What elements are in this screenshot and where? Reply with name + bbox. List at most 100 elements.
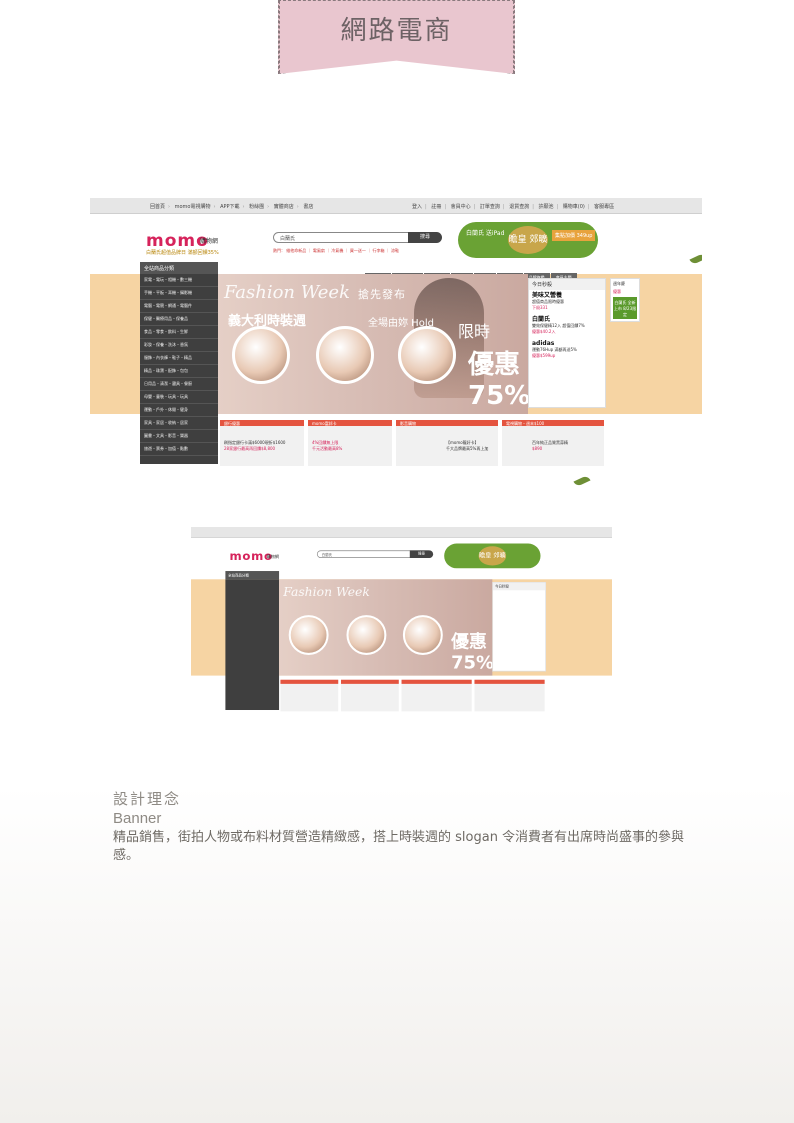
- flash-item-desc: 雙效保健精12入 超值回饋7%: [532, 323, 585, 328]
- topbar-link[interactable]: 退貨查詢: [509, 204, 529, 210]
- side-ad-line: 週年慶: [613, 281, 625, 286]
- heels-image: [316, 326, 374, 384]
- flash-item-desc: 超值商品限時優惠: [532, 299, 564, 304]
- search-button[interactable]: 搜尋: [409, 550, 434, 558]
- topbar-link[interactable]: 實體商店: [274, 204, 294, 210]
- promo-box[interactable]: [340, 679, 399, 712]
- promo-box[interactable]: 銀行優惠 刷指定銀行卡滿$6000現折$1600 28家銀行最高再回饋$8,800: [220, 420, 304, 466]
- promo-left: 白蘭氏 送iPad: [466, 230, 505, 237]
- category-menu: 家電・電玩・相機・數三機 手機・平板・耳機・攝影機 電腦・電競・網通・電腦件 保…: [140, 274, 218, 464]
- topbar-right: 登入 | 註冊 | 會員中心 | 訂單查詢 | 退貨查詢 | 許願池 | 購物車(0) | 客…: [412, 204, 615, 210]
- category-item[interactable]: 運動・戶外・休閒・健身: [140, 404, 218, 417]
- promo-box[interactable]: [474, 679, 545, 712]
- bracelet-image: [398, 326, 456, 384]
- promo-box-line: 【momo龍好卡】: [446, 440, 479, 445]
- topbar-link[interactable]: 回首頁: [150, 204, 165, 210]
- promo-center: 瞻皇 郊曠師: [478, 546, 507, 566]
- topbar-link[interactable]: 購物車(0): [563, 204, 585, 210]
- category-item[interactable]: 家電・電玩・相機・數三機: [140, 274, 218, 287]
- banner-script: Fashion Week: [283, 584, 370, 600]
- nav-tabs: 限時搶購momo書局超市美妝品牌日獨家館週末特賣品牌旗艦會員主題: [365, 264, 578, 283]
- perfume-image: [232, 326, 290, 384]
- screenshot-large-content: 回首頁 › momo電視購物 › APP下載 › 粉絲團 › 實體商店 › 書店 登入 | …: [90, 198, 702, 496]
- logo-subtitle: 白蘭氏超值品牌日 滿額回饋35%: [146, 250, 219, 256]
- side-ad[interactable]: 週年慶 優惠 白蘭氏 全新上市 8/23限定: [610, 278, 640, 322]
- category-item[interactable]: 手機・平板・耳機・攝影機: [140, 287, 218, 300]
- banner-t4: 限時: [458, 322, 491, 341]
- promo-box[interactable]: [401, 679, 472, 712]
- category-item[interactable]: 旅遊・票券・加值・點數: [140, 443, 218, 456]
- promo-box-line: $890: [532, 446, 543, 451]
- promo-box-line: 百年純正品質黑蒜精: [532, 440, 568, 445]
- promo-box-title: 電視購物・週末$100: [506, 421, 545, 426]
- topbar-link[interactable]: 訂單查詢: [480, 204, 500, 210]
- category-item[interactable]: 家具・家居・收納・居家: [140, 417, 218, 430]
- page-title: 網路電商: [340, 16, 453, 46]
- topbar-link[interactable]: 許願池: [538, 204, 553, 210]
- topbar-link[interactable]: 登入: [412, 204, 422, 210]
- flash-sale-title: 今日秒殺: [529, 279, 605, 290]
- promo-badge[interactable]: 白蘭氏 送iPad 瞻皇 郊曠師 集點加價 349up: [458, 222, 598, 258]
- flash-item-price: 下殺331: [532, 305, 548, 310]
- category-item[interactable]: 食品・零食・飲料・生鮮: [140, 326, 218, 339]
- topbar: [191, 527, 612, 539]
- concept-subheading: Banner: [113, 810, 162, 827]
- bracelet-image: [402, 615, 443, 655]
- flash-item-price: 優惠$599up: [532, 353, 556, 358]
- topbar-link[interactable]: 書店: [303, 204, 313, 210]
- hot-links[interactable]: 熱門： 維他命新品 ｜ 電風扇 ｜ 冷氣機 ｜ 買一送一 ｜ 行李箱 ｜ 涼鞋: [273, 248, 399, 254]
- promo-right: 集點加價 349up: [552, 230, 596, 241]
- category-item[interactable]: 日用品・清潔・寢具・餐廚: [140, 378, 218, 391]
- promo-box[interactable]: 電視購物・週末$100 百年純正品質黑蒜精 $890: [502, 420, 604, 466]
- screenshot-small-content: momo 購物網 白蘭氏 搜尋 瞻皇 郊曠師 全站商品分類 Fashion We…: [191, 527, 612, 732]
- flash-item-price: 優惠$40.2入: [532, 329, 556, 334]
- flash-item[interactable]: 白蘭氏 雙效保健精12入 超值回饋7% 優惠$40.2入: [529, 314, 605, 338]
- topbar-link[interactable]: 會員中心: [451, 204, 471, 210]
- category-item[interactable]: 母嬰・童裝・玩具・玩具: [140, 391, 218, 404]
- topbar-link[interactable]: 註冊: [431, 204, 441, 210]
- page-title-tab: 網路電商: [278, 0, 515, 74]
- topbar: 回首頁 › momo電視購物 › APP下載 › 粉絲團 › 實體商店 › 書店 登入 | …: [90, 198, 702, 214]
- leaf-decoration: [573, 474, 591, 488]
- topbar-left: 回首頁 › momo電視購物 › APP下載 › 粉絲團 › 實體商店 › 書店: [150, 204, 314, 210]
- search-button[interactable]: 搜尋: [408, 232, 442, 243]
- banner-script: Fashion Week: [224, 282, 350, 303]
- topbar-link[interactable]: 粉絲團: [249, 204, 264, 210]
- category-item[interactable]: 服飾・內衣褲・鞋子・精品: [140, 352, 218, 365]
- side-ad-green: 白蘭氏 全新上市 8/23限定: [613, 297, 637, 319]
- flash-sale-title: 今日秒殺: [493, 582, 546, 591]
- flash-sale-panel: 今日秒殺: [492, 582, 547, 672]
- side-ad-line: 優惠: [613, 289, 621, 294]
- banner-t5: 優惠 75%: [451, 631, 493, 674]
- banner-t1: 搶先發布: [358, 288, 406, 301]
- concept-heading: 設計理念: [113, 790, 182, 808]
- promo-box[interactable]: momo富邦卡 4%回饋無上限 千元活動最高8%: [308, 420, 392, 466]
- promo-box-title: 銀行優惠: [224, 421, 240, 426]
- banner-t5: 優惠 75%: [468, 350, 528, 411]
- category-item[interactable]: 圖書・文具・影音・樂器: [140, 430, 218, 443]
- flash-sale-panel: 今日秒殺 美味又營養 超值商品限時優惠 下殺331 白蘭氏 雙效保健精12入 超…: [528, 278, 606, 408]
- category-title[interactable]: 全站商品分類: [140, 262, 218, 274]
- logo-cn: 購物網: [266, 554, 280, 560]
- topbar-link[interactable]: 客服專區: [594, 204, 614, 210]
- promo-box-line: 刷指定銀行卡滿$6000現折$1600: [224, 440, 286, 445]
- promo-box[interactable]: [280, 679, 339, 712]
- promo-box-title: 影音購物: [400, 421, 416, 426]
- concept-body: 精品銷售，街拍人物或布料材質營造精緻感，搭上時裝週的 slogan 令消費者有出…: [113, 830, 685, 863]
- category-item[interactable]: 精品・珠寶・配飾・包包: [140, 365, 218, 378]
- flash-item-desc: 運動76Hup 滿額再送5%: [532, 347, 577, 352]
- topbar-link[interactable]: momo電視購物: [175, 204, 211, 210]
- promo-box[interactable]: 影音購物 【momo龍好卡】 千大品牌最高5%再上加: [396, 420, 498, 466]
- category-title[interactable]: 全站商品分類: [225, 571, 280, 580]
- topbar-link[interactable]: APP下載: [220, 204, 239, 210]
- fashion-week-banner[interactable]: Fashion Week 搶先發布 義大利時裝週 全場由妳 Hold 限時 優惠…: [218, 274, 528, 414]
- promo-badge[interactable]: 瞻皇 郊曠師: [444, 543, 541, 569]
- screenshot-large: 回首頁 › momo電視購物 › APP下載 › 粉絲團 › 實體商店 › 書店 登入 | …: [90, 198, 702, 496]
- category-item[interactable]: 彩妝・保養・洗沐・香氛: [140, 339, 218, 352]
- flash-item[interactable]: adidas 運動76Hup 滿額再送5% 優惠$599up: [529, 338, 605, 362]
- category-item[interactable]: 保健・醫療用品・保養品: [140, 313, 218, 326]
- screenshot-small: momo 購物網 白蘭氏 搜尋 瞻皇 郊曠師 全站商品分類 Fashion We…: [191, 527, 612, 732]
- flash-item[interactable]: 美味又營養 超值商品限時優惠 下殺331: [529, 290, 605, 314]
- category-item[interactable]: 電腦・電競・網通・電腦件: [140, 300, 218, 313]
- fashion-week-banner-variant[interactable]: Fashion Week 優惠 75%: [279, 579, 493, 676]
